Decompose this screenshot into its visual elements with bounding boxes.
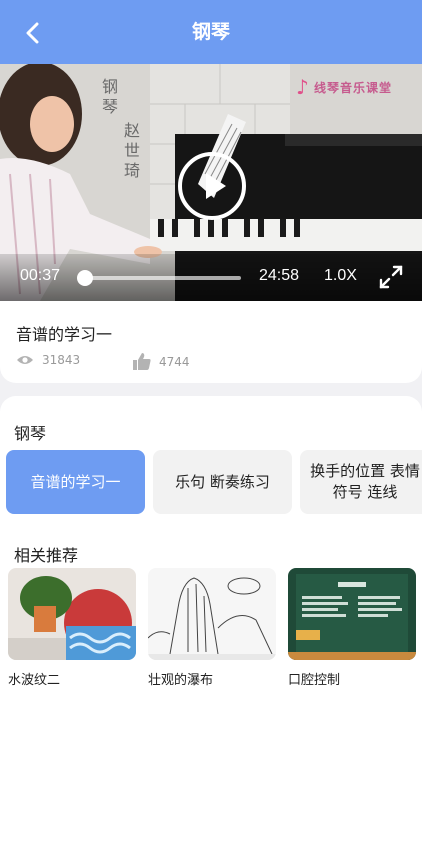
music-note-icon: ♪ <box>296 75 309 99</box>
speed-button[interactable]: 1.0X <box>324 267 357 285</box>
likes-stat[interactable]: 4744 <box>133 353 190 370</box>
related-item[interactable]: 口腔控制 <box>288 568 416 688</box>
related-title: 相关推荐 <box>14 546 79 565</box>
video-caption-line2: 赵世琦 <box>121 122 140 182</box>
logo-text: 线琴音乐课堂 <box>314 80 393 95</box>
play-icon <box>206 173 226 199</box>
likes-count: 4744 <box>159 354 190 369</box>
play-button[interactable] <box>178 152 246 220</box>
app-header: 钢琴 <box>0 0 422 64</box>
related-list: 水波纹二 壮观的瀑布 口腔控制 <box>8 568 416 688</box>
course-card: 钢琴 音谱的学习一 乐句 断奏练习 换手的位置 表情符号 连线 相关推荐 水波纹… <box>0 396 422 858</box>
related-item[interactable]: 水波纹二 <box>8 568 136 688</box>
thumbs-up-icon <box>133 353 151 370</box>
related-thumbnail <box>8 568 136 660</box>
related-thumbnail <box>148 568 276 660</box>
episode-list: 音谱的学习一 乐句 断奏练习 换手的位置 表情符号 连线 <box>6 450 422 514</box>
episode-item[interactable]: 音谱的学习一 <box>6 450 145 514</box>
views-stat: 31843 <box>16 353 80 367</box>
related-item-title: 壮观的瀑布 <box>148 673 214 688</box>
current-time: 00:37 <box>20 267 61 284</box>
total-time: 24:58 <box>259 267 300 284</box>
fullscreen-icon[interactable] <box>378 264 404 290</box>
lesson-title: 音谱的学习一 <box>16 325 113 344</box>
related-item-title: 口腔控制 <box>288 673 341 688</box>
video-logo: ♪ 线琴音乐课堂 <box>296 76 392 98</box>
video-caption-line1: 钢琴 <box>99 78 118 118</box>
page-title: 钢琴 <box>191 21 230 43</box>
player-controls: 00:37 24:58 1.0X <box>0 254 422 301</box>
lesson-info-card: 音谱的学习一 31843 4744 <box>0 301 422 383</box>
progress-track[interactable] <box>84 276 241 280</box>
progress-knob[interactable] <box>77 270 93 286</box>
course-title: 钢琴 <box>14 424 47 443</box>
related-thumbnail <box>288 568 416 660</box>
related-item[interactable]: 壮观的瀑布 <box>148 568 276 688</box>
related-item-title: 水波纹二 <box>8 673 61 688</box>
video-player[interactable]: 钢琴 赵世琦 ♪ 线琴音乐课堂 00:37 24:58 1.0X <box>0 64 422 301</box>
episode-item[interactable]: 换手的位置 表情符号 连线 <box>300 450 422 514</box>
eye-icon <box>17 356 33 364</box>
episode-item[interactable]: 乐句 断奏练习 <box>153 450 292 514</box>
views-count: 31843 <box>42 353 81 367</box>
